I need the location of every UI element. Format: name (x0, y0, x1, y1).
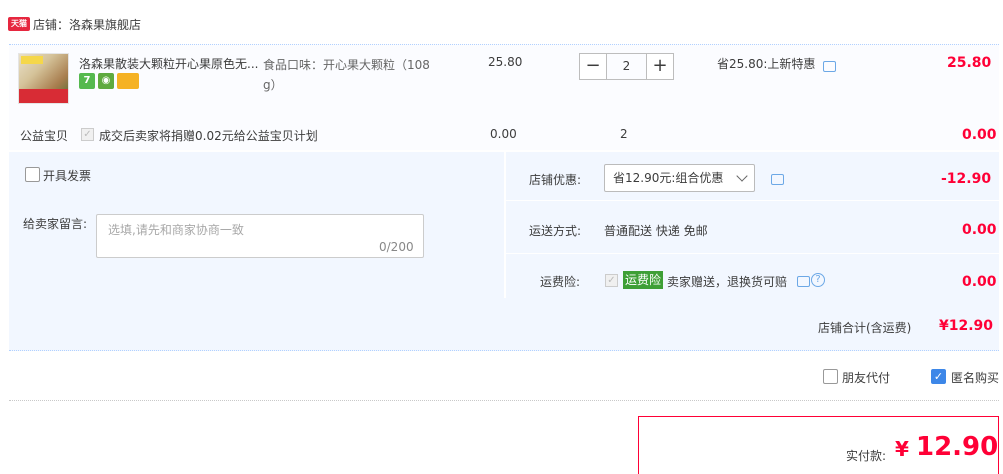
friend-pay-label[interactable]: 朋友代付 (842, 369, 890, 386)
charity-total: 0.00 (962, 127, 997, 143)
insurance-label: 运费险: (540, 275, 581, 289)
unit-price: 25.80 (488, 55, 523, 69)
promotion-text: 省25.80:上新特惠 (717, 57, 816, 71)
discount-selected-value: 省12.90元:组合优惠 (613, 171, 724, 185)
product-image[interactable] (18, 53, 69, 104)
quantity-input[interactable]: 2 (607, 53, 646, 80)
quantity-plus-button[interactable]: + (646, 53, 674, 80)
item-total: 25.80 (947, 55, 992, 71)
insurance-chat-icon[interactable] (797, 276, 810, 287)
sku-line-1: 食品口味：开心果大颗粒（108 (263, 58, 430, 72)
quantity-minus-button[interactable]: − (579, 53, 607, 80)
charity-qty: 2 (620, 127, 628, 141)
anonymous-label[interactable]: 匿名购买 (951, 369, 999, 386)
service-icons: 7 ◉ (79, 73, 139, 89)
charity-checkbox: ✓ (81, 128, 94, 141)
discount-select[interactable]: 省12.90元:组合优惠 (604, 164, 755, 192)
message-label: 给卖家留言: (23, 217, 88, 231)
help-icon[interactable]: ? (811, 273, 825, 287)
friend-pay-checkbox[interactable] (823, 369, 838, 384)
chevron-down-icon (736, 170, 748, 182)
charity-price: 0.00 (490, 127, 517, 141)
message-placeholder: 选填,请先和商家协商一致 (108, 223, 244, 237)
sku-line-2: g） (263, 78, 283, 92)
promo-chat-icon[interactable] (823, 61, 836, 72)
invoice-label[interactable]: 开具发票 (43, 167, 91, 184)
divider (9, 400, 999, 401)
credit-card-icon[interactable] (117, 73, 139, 89)
insurance-badge: 运费险 (623, 271, 664, 289)
store-name-link[interactable]: 店铺：洛森果旗舰店 (33, 16, 141, 33)
shipping-method: 普通配送 快递 免邮 (604, 224, 708, 238)
store-total-label: 店铺合计(含运费) (818, 321, 912, 335)
row-divider (505, 200, 999, 201)
sku-info: 食品口味：开心果大颗粒（108 g） (263, 55, 438, 95)
insurance-checkbox: ✓ (605, 274, 618, 287)
message-char-count: 0/200 (379, 240, 414, 254)
invoice-checkbox[interactable] (25, 167, 40, 182)
row-divider (505, 253, 999, 254)
pay-amount: 12.90 (916, 432, 999, 462)
anonymous-checkbox[interactable]: ✓ (931, 369, 946, 384)
insurance-text: 卖家赠送，退换货可赔 (667, 275, 788, 289)
store-total-amount: ¥12.90 (939, 318, 994, 334)
pay-label: 实付款: (846, 449, 887, 463)
quantity-stepper: − 2 + (579, 53, 674, 80)
options-divider (505, 152, 506, 298)
insurance-amount: 0.00 (962, 274, 997, 290)
discount-label: 店铺优惠: (529, 173, 582, 187)
product-title-link[interactable]: 洛森果散装大颗粒开心果原色无... (79, 55, 259, 72)
seven-day-return-icon[interactable]: 7 (79, 73, 95, 89)
discount-chat-icon[interactable] (771, 174, 784, 185)
discount-amount: -12.90 (941, 171, 992, 187)
shipping-amount: 0.00 (962, 222, 997, 238)
pay-currency: ¥ (895, 437, 909, 461)
charity-text: 成交后卖家将捐赠0.02元给公益宝贝计划 (99, 129, 318, 143)
charity-label: 公益宝贝 (20, 129, 69, 143)
guarantee-icon[interactable]: ◉ (98, 73, 114, 89)
shipping-label: 运送方式: (529, 224, 582, 238)
tmall-logo-icon: 天猫 (8, 17, 30, 31)
